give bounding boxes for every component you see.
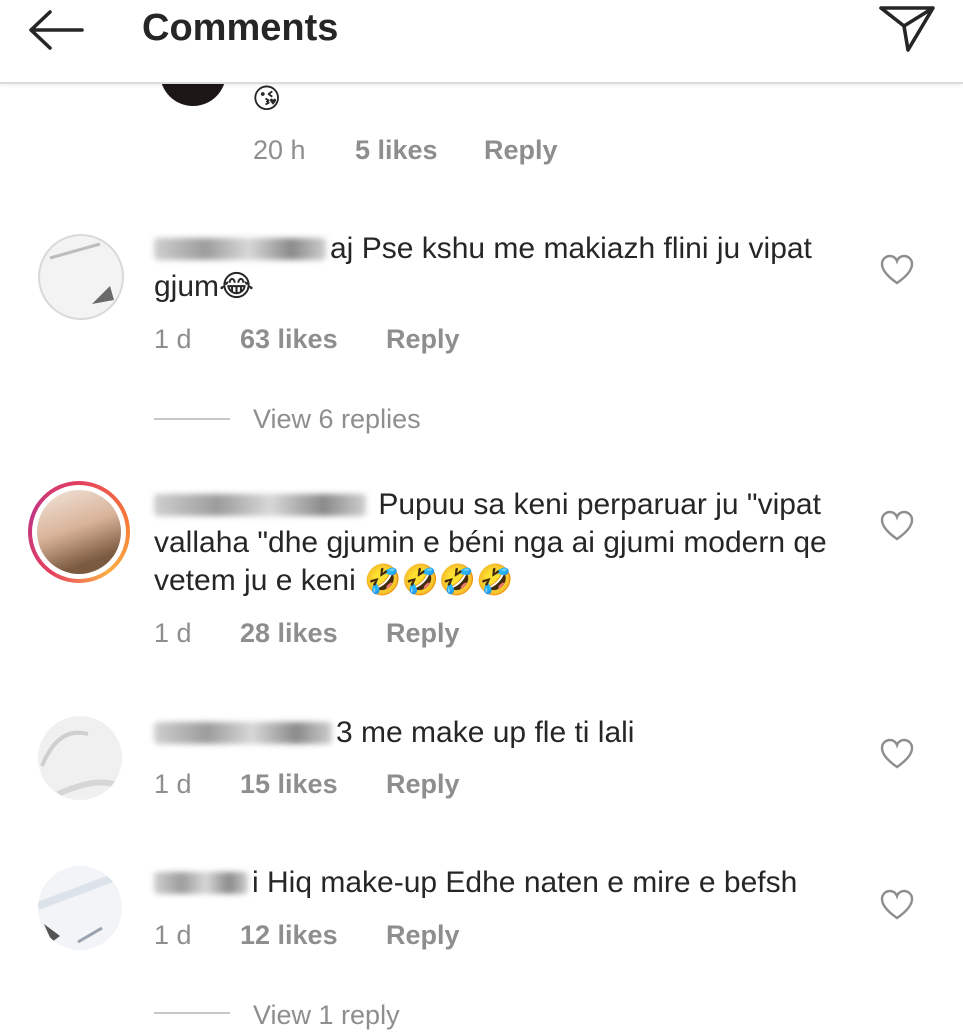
view-replies-button[interactable]: View 6 replies — [253, 402, 421, 436]
replies-divider — [154, 418, 230, 420]
likes-count[interactable]: 12 likes — [240, 918, 338, 952]
username-redacted[interactable] — [154, 494, 366, 516]
reply-button[interactable]: Reply — [386, 616, 460, 650]
heart-icon[interactable] — [880, 889, 914, 921]
replies-divider — [154, 1012, 230, 1014]
comment-body: me make up fle ti lali — [361, 716, 635, 749]
avatar-image — [38, 872, 120, 944]
comment-text: 3 me make up fle ti lali — [154, 714, 854, 752]
avatar-image — [40, 730, 120, 797]
avatar[interactable] — [37, 490, 121, 574]
avatar[interactable] — [38, 234, 124, 320]
likes-count[interactable]: 15 likes — [240, 767, 338, 801]
avatar[interactable] — [38, 866, 122, 950]
username-visible[interactable]: i — [252, 866, 259, 899]
likes-count[interactable]: 28 likes — [240, 616, 338, 650]
reply-button[interactable]: Reply — [484, 133, 558, 167]
username-visible[interactable]: 3 — [336, 716, 353, 749]
comment-time: 20 h — [253, 135, 306, 165]
username-visible[interactable]: aj — [330, 232, 353, 265]
comment-text: aj Pse kshu me makiazh flini ju vipat gj… — [154, 230, 854, 306]
page-title: Comments — [142, 7, 339, 49]
reply-button[interactable]: Reply — [386, 918, 460, 952]
comment-time: 1 d — [154, 618, 192, 648]
reply-button[interactable]: Reply — [386, 322, 460, 356]
avatar[interactable] — [38, 716, 122, 800]
comment-body: Hiq make-up Edhe naten e mire e befsh — [267, 866, 798, 899]
comment-text: i Hiq make-up Edhe naten e mire e befsh — [154, 864, 874, 902]
header: Comments — [0, 0, 963, 84]
comment-text: Pupuu sa keni perparuar ju "vipat vallah… — [154, 486, 854, 600]
reply-button[interactable]: Reply — [386, 767, 460, 801]
comment-time: 1 d — [154, 920, 192, 950]
paper-plane-icon[interactable] — [878, 4, 936, 54]
comment-time: 1 d — [154, 769, 192, 799]
view-replies-button[interactable]: View 1 reply — [253, 998, 400, 1032]
comment-time: 1 d — [154, 324, 192, 354]
heart-icon[interactable] — [880, 510, 914, 542]
comment-text: 😘 — [252, 83, 282, 114]
username-redacted[interactable] — [154, 722, 332, 744]
avatar-image — [49, 242, 114, 304]
likes-count[interactable]: 63 likes — [240, 322, 338, 356]
heart-icon[interactable] — [880, 254, 914, 286]
username-redacted[interactable] — [154, 238, 326, 260]
heart-icon[interactable] — [880, 738, 914, 770]
username-redacted[interactable] — [154, 872, 248, 894]
comments-list: 😘 20 h 5 likes Reply aj Pse kshu me maki… — [0, 0, 963, 1030]
likes-count[interactable]: 5 likes — [355, 133, 438, 167]
arrow-left-icon[interactable] — [26, 8, 86, 52]
